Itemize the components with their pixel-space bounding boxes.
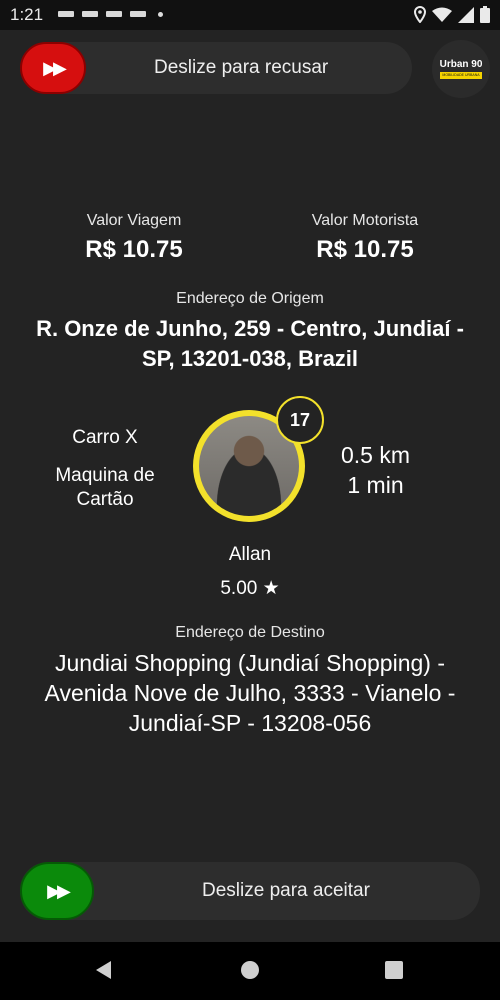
recent-apps-icon[interactable] (385, 961, 403, 979)
trip-value-label: Valor Viagem (86, 212, 182, 229)
reject-label: Deslize para recusar (154, 57, 329, 78)
system-navigation-bar (0, 942, 500, 1000)
notification-icons (58, 11, 163, 17)
home-icon[interactable] (241, 961, 259, 979)
trip-value-amount: R$ 10.75 (85, 236, 183, 263)
brand-name: Urban 90 (439, 58, 483, 70)
origin-address: R. Onze de Junho, 259 - Centro, Jundiaí … (36, 316, 464, 371)
app-notification-icon (58, 11, 74, 17)
passenger-rating: 5.00 ★ (220, 578, 280, 599)
app-notification-icon (82, 11, 98, 17)
payment-method: Maquina de Cartão (55, 465, 155, 510)
fast-forward-icon: ▶▶ (43, 57, 67, 78)
passenger-count-badge: 17 (276, 396, 324, 444)
origin-label: Endereço de Origem (176, 290, 324, 307)
accept-slider-handle[interactable]: ▶▶ (20, 862, 94, 920)
brand-tagline: MOBILIDADE URBANA (440, 71, 482, 79)
fast-forward-icon: ▶▶ (47, 880, 71, 901)
accept-label: Deslize para aceitar (202, 880, 370, 901)
trip-value-block: Valor Viagem R$ 10.75 (34, 212, 234, 264)
wifi-icon (432, 7, 452, 22)
destination-label: Endereço de Destino (175, 624, 325, 641)
location-icon (414, 6, 426, 23)
destination-address: Jundiai Shopping (Jundiaí Shopping) - Av… (44, 650, 456, 736)
reject-slider[interactable]: ▶▶ Deslize para recusar (20, 42, 412, 94)
passenger-name: Allan (228, 544, 272, 565)
status-time: 1:21 (10, 5, 44, 24)
brand-logo: Urban 90 MOBILIDADE URBANA (432, 40, 490, 98)
trip-distance: 0.5 km (340, 442, 411, 468)
status-bar: 1:21 (0, 0, 500, 30)
back-icon[interactable] (96, 961, 111, 979)
driver-value-label: Valor Motorista (311, 212, 419, 229)
driver-value-amount: R$ 10.75 (316, 236, 414, 263)
ride-category: Carro X (72, 427, 138, 448)
battery-icon (480, 6, 490, 23)
app-notification-icon (130, 11, 146, 17)
trip-estimate: 0.5 km 1 min (318, 440, 433, 500)
trip-duration: 1 min (347, 472, 404, 498)
app-notification-icon (106, 11, 122, 17)
reject-slider-handle[interactable]: ▶▶ (20, 42, 86, 94)
system-icons (414, 6, 490, 23)
more-notifications-icon (158, 12, 163, 17)
driver-value-block: Valor Motorista R$ 10.75 (265, 212, 465, 264)
accept-slider[interactable]: ▶▶ Deslize para aceitar (20, 862, 480, 920)
signal-icon (458, 6, 474, 23)
